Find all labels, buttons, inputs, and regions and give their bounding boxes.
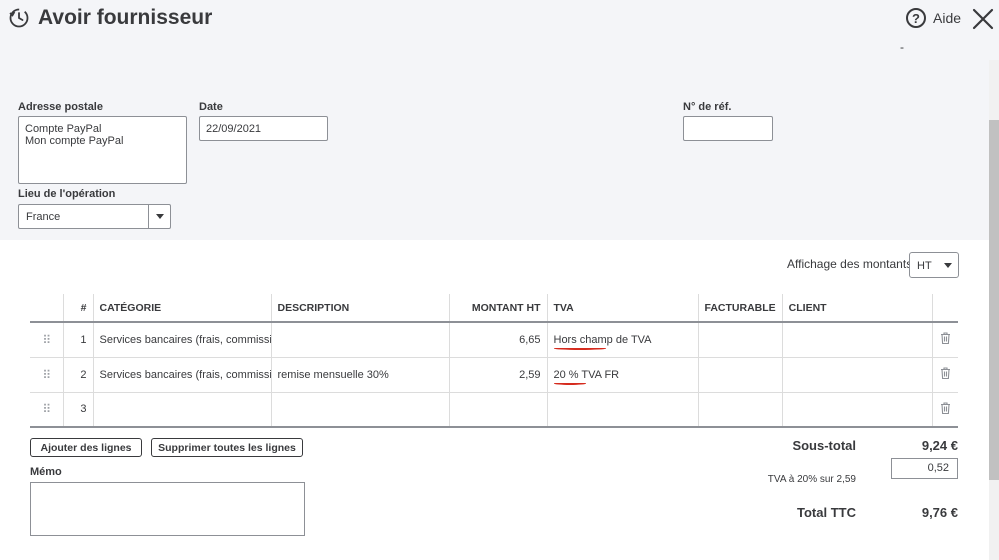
date-field[interactable]: 22/09/2021	[199, 116, 328, 141]
total-value: 9,76 €	[921, 505, 958, 520]
page-title: Avoir fournisseur	[38, 6, 213, 29]
amounts-display-value: HT	[917, 260, 932, 272]
drag-handle-icon[interactable]: ⠿	[30, 322, 63, 358]
col-tva: TVA	[546, 294, 698, 323]
ref-label: N° de réf.	[683, 101, 732, 113]
trash-icon[interactable]	[931, 322, 959, 358]
annotation-underline	[553, 347, 606, 350]
date-label: Date	[199, 101, 223, 113]
row-category[interactable]: Services bancaires (frais, commission	[92, 322, 271, 358]
row-tva[interactable]	[546, 392, 698, 428]
row-tva-value: Hors champ de TVA	[553, 333, 652, 346]
table-header: # CATÉGORIE DESCRIPTION MONTANT HT TVA F…	[30, 294, 959, 323]
row-number: 1	[62, 322, 93, 358]
total-label: Total TTC	[797, 505, 856, 520]
col-drag	[30, 294, 63, 323]
chevron-down-icon[interactable]	[938, 253, 958, 277]
row-amount[interactable]: 2,59	[448, 357, 547, 393]
row-amount[interactable]: 6,65	[448, 322, 547, 358]
title-row: Avoir fournisseur	[8, 6, 212, 30]
row-tva[interactable]: 20 % TVA FR	[546, 357, 698, 393]
amounts-display-label: Affichage des montants	[787, 257, 913, 271]
row-billable[interactable]	[697, 357, 783, 393]
table-row[interactable]: ⠿ 1 Services bancaires (frais, commissio…	[30, 322, 959, 358]
row-amount[interactable]	[448, 392, 547, 428]
annotation-underline	[553, 382, 586, 385]
dash-text: -	[900, 40, 904, 54]
row-category[interactable]: Services bancaires (frais, commission	[92, 357, 271, 393]
subtotal-value: 9,24 €	[921, 438, 958, 453]
help-icon: ?	[906, 8, 926, 28]
row-description[interactable]: remise mensuelle 30%	[270, 357, 449, 393]
place-select[interactable]: France	[18, 204, 171, 229]
col-amount: MONTANT HT	[448, 294, 547, 323]
drag-handle-icon[interactable]: ⠿	[30, 357, 63, 393]
col-category: CATÉGORIE	[92, 294, 271, 323]
address-line-2: Mon compte PayPal	[25, 135, 124, 147]
row-category[interactable]	[92, 392, 271, 428]
row-billable[interactable]	[697, 322, 783, 358]
row-tva-value: 20 % TVA FR	[553, 368, 620, 381]
col-client: CLIENT	[781, 294, 933, 323]
col-billable: FACTURABLE	[697, 294, 783, 323]
tva-amount-value: 0,52	[927, 462, 949, 474]
row-billable[interactable]	[697, 392, 783, 428]
table-row[interactable]: ⠿ 3	[30, 392, 959, 428]
transaction-history-icon[interactable]	[8, 7, 30, 29]
tva-label: TVA à 20% sur 2,59	[767, 474, 856, 485]
place-value: France	[26, 211, 61, 223]
row-description[interactable]	[270, 392, 449, 428]
row-number: 3	[62, 392, 93, 428]
address-field[interactable]: Compte PayPal Mon compte PayPal	[18, 116, 187, 184]
row-number: 2	[62, 357, 93, 393]
help-button[interactable]: ? Aide	[906, 8, 961, 28]
address-line-1: Compte PayPal	[25, 123, 102, 135]
place-label: Lieu de l'opération	[18, 188, 116, 200]
row-client[interactable]	[781, 322, 933, 358]
scrollbar-thumb[interactable]	[989, 120, 999, 480]
col-description: DESCRIPTION	[270, 294, 449, 323]
col-number: #	[62, 294, 93, 323]
tva-amount-field[interactable]: 0,52	[891, 458, 958, 479]
row-client[interactable]	[781, 392, 933, 428]
col-actions	[931, 294, 959, 323]
amounts-display-select[interactable]: HT	[909, 252, 959, 278]
trash-icon[interactable]	[931, 392, 959, 428]
ref-field[interactable]	[683, 116, 773, 141]
row-description[interactable]	[270, 322, 449, 358]
memo-field[interactable]	[30, 482, 305, 536]
row-tva[interactable]: Hors champ de TVA	[546, 322, 698, 358]
add-lines-button[interactable]: Ajouter des lignes	[30, 438, 142, 457]
date-value: 22/09/2021	[206, 123, 262, 135]
help-label: Aide	[933, 10, 962, 26]
line-items-table: # CATÉGORIE DESCRIPTION MONTANT HT TVA F…	[30, 294, 959, 428]
trash-icon[interactable]	[931, 357, 959, 393]
drag-handle-icon[interactable]: ⠿	[30, 392, 63, 428]
chevron-down-icon[interactable]	[148, 205, 170, 228]
subtotal-label: Sous-total	[792, 438, 856, 453]
close-icon[interactable]	[972, 8, 994, 30]
table-row[interactable]: ⠿ 2 Services bancaires (frais, commissio…	[30, 357, 959, 393]
memo-label: Mémo	[30, 466, 62, 478]
address-label: Adresse postale	[18, 101, 103, 113]
row-client[interactable]	[781, 357, 933, 393]
delete-all-lines-button[interactable]: Supprimer toutes les lignes	[151, 438, 303, 457]
